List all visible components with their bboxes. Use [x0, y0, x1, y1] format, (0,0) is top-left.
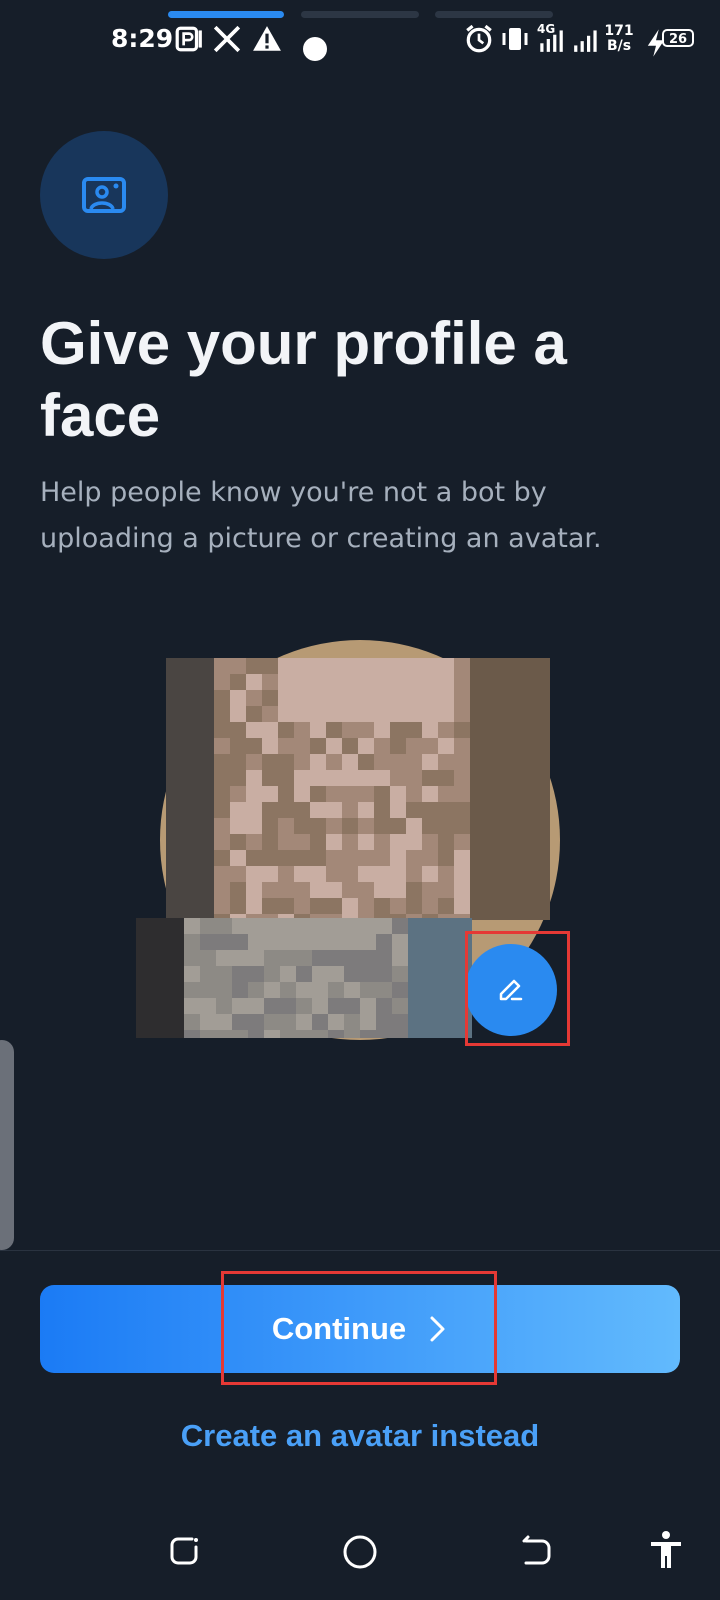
- avatar-photo-pixelated-lower: [136, 918, 472, 1038]
- profile-photo-badge: [40, 131, 168, 259]
- side-panel-handle[interactable]: [0, 1040, 14, 1250]
- story-progress-active: [168, 11, 284, 18]
- profile-photo-icon: [82, 177, 126, 213]
- highlight-box-continue: [221, 1271, 497, 1385]
- bottom-divider: [0, 1250, 720, 1251]
- home-icon[interactable]: [341, 1533, 379, 1571]
- story-progress-segment: [435, 11, 553, 18]
- accessibility-icon[interactable]: [648, 1530, 684, 1570]
- net-speed-unit: B/s: [606, 38, 632, 54]
- signal-icon: [540, 30, 563, 52]
- highlight-box-edit: [465, 931, 570, 1046]
- create-avatar-link[interactable]: Create an avatar instead: [0, 1418, 720, 1454]
- back-icon[interactable]: [518, 1533, 554, 1569]
- recents-icon[interactable]: [166, 1533, 202, 1569]
- net-speed: 171 B/s: [604, 24, 634, 54]
- x-app-icon: [213, 25, 241, 53]
- notification-dot-icon: [303, 37, 327, 61]
- warning-icon: [253, 26, 281, 51]
- vibrate-icon: [502, 28, 528, 50]
- page-title: Give your profile a face: [40, 310, 567, 449]
- battery-indicator: 26: [662, 29, 694, 47]
- page-subtitle: Help people know you're not a bot by upl…: [40, 477, 602, 554]
- status-time: 8:29: [111, 24, 174, 53]
- avatar-photo-pixelated: [166, 658, 550, 920]
- story-progress-segment: [301, 11, 419, 18]
- status-bar: 8:29 4G 171 B/s 26: [0, 0, 720, 80]
- parking-app-icon: [175, 26, 202, 52]
- net-speed-value: 171: [604, 23, 634, 39]
- alarm-icon: [466, 24, 492, 53]
- signal-2-icon: [574, 30, 597, 52]
